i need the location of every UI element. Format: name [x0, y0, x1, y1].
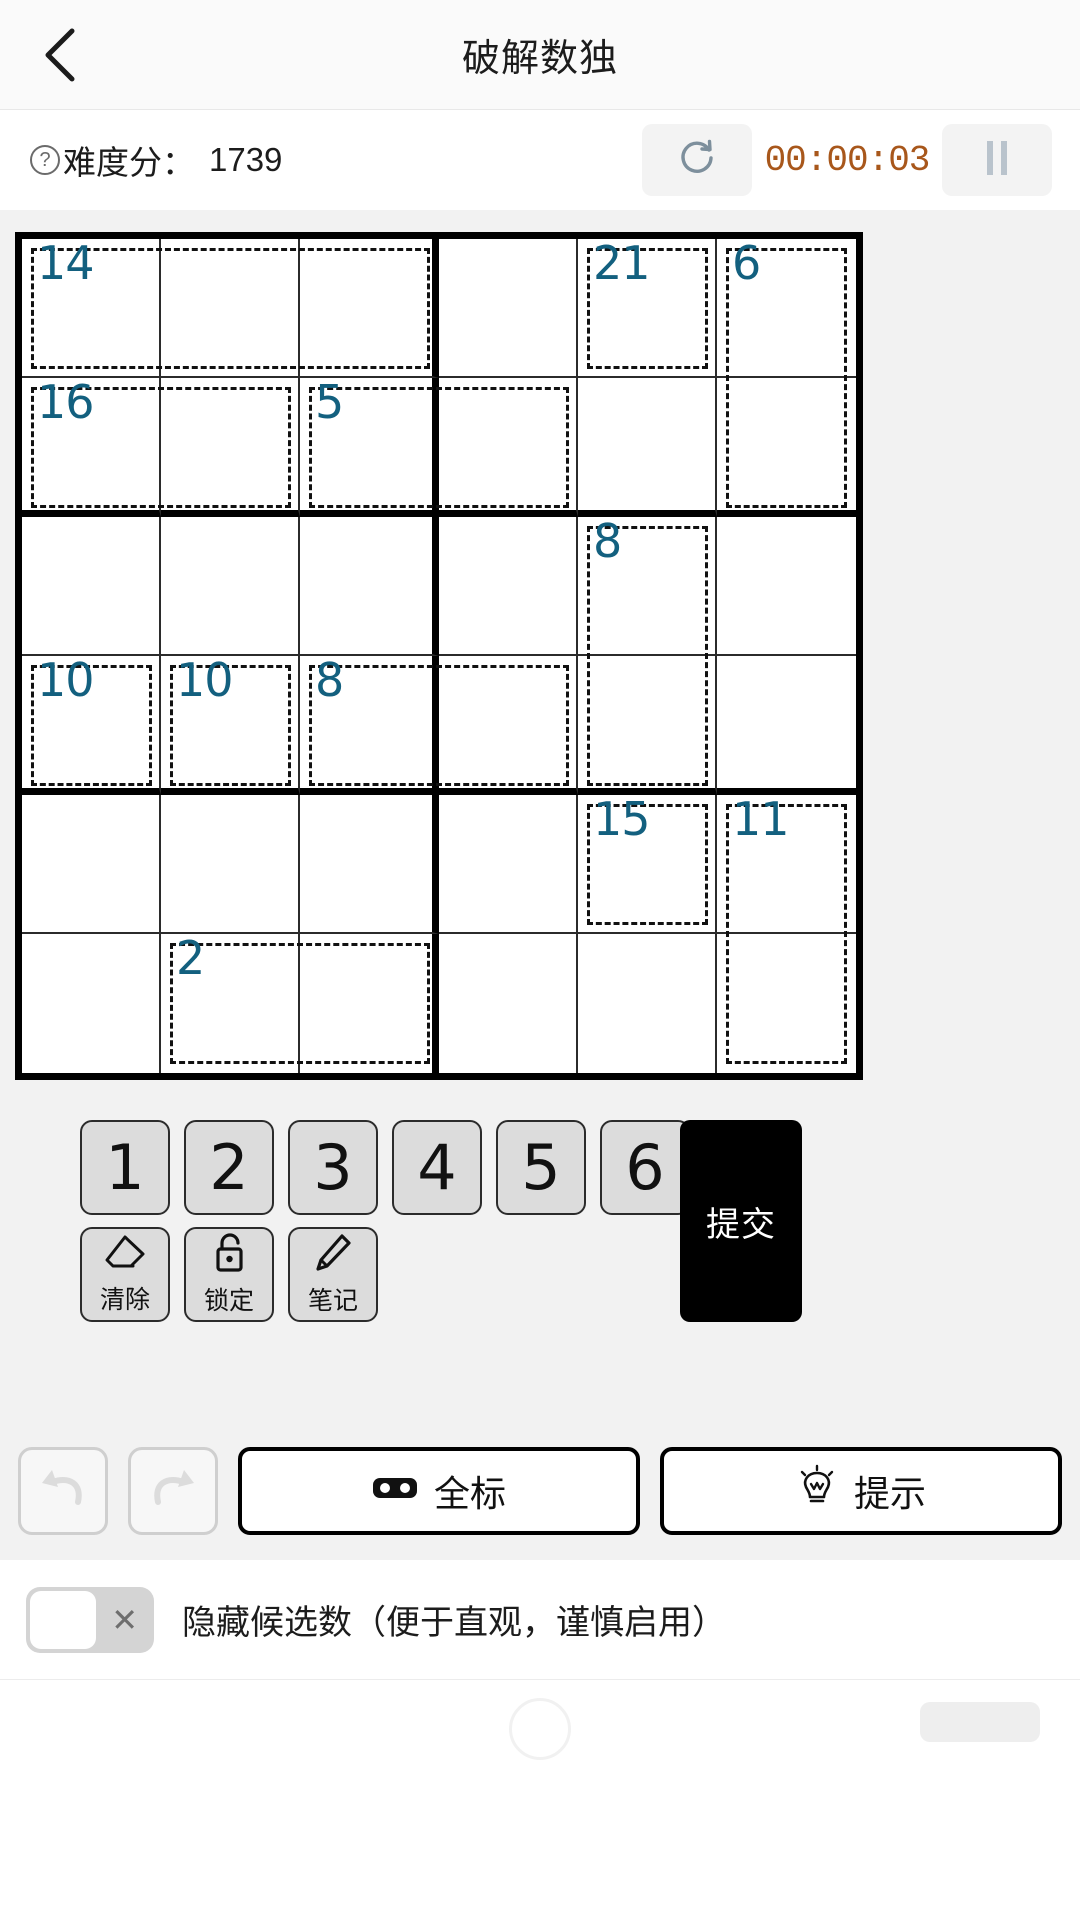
sudoku-cell-r1c6[interactable]	[717, 239, 856, 378]
difficulty-value: 1739	[209, 141, 283, 178]
lightbulb-icon	[796, 1464, 838, 1519]
sudoku-cell-r6c6[interactable]	[717, 934, 856, 1073]
tool-key-锁定[interactable]: 锁定	[184, 1227, 274, 1322]
home-indicator-arc	[509, 1698, 571, 1760]
number-key-2[interactable]: 2	[184, 1120, 274, 1215]
sudoku-cell-r5c4[interactable]	[439, 795, 578, 934]
tool-key-笔记[interactable]: 笔记	[288, 1227, 378, 1322]
sudoku-cell-r2c2[interactable]	[161, 378, 300, 517]
number-key-3[interactable]: 3	[288, 1120, 378, 1215]
sudoku-cell-r4c3[interactable]	[300, 656, 439, 795]
number-key-1[interactable]: 1	[80, 1120, 170, 1215]
back-button[interactable]	[22, 0, 102, 110]
sudoku-cell-r2c4[interactable]	[439, 378, 578, 517]
refresh-icon	[675, 136, 719, 185]
sudoku-cell-r2c1[interactable]	[22, 378, 161, 517]
footer-stub	[0, 1680, 1080, 1760]
x-icon: ✕	[111, 1601, 138, 1638]
tool-key-row: 清除 锁定 笔记	[80, 1227, 690, 1322]
sudoku-cell-r4c5[interactable]	[578, 656, 717, 795]
pause-icon	[983, 140, 1011, 180]
mark-all-button[interactable]: 全标	[238, 1447, 640, 1535]
tool-key-label: 锁定	[203, 1287, 254, 1315]
timer-display: 00:00:03	[764, 139, 931, 181]
restart-button[interactable]	[642, 124, 752, 196]
sudoku-cell-r5c6[interactable]	[717, 795, 856, 934]
sudoku-cell-r4c6[interactable]	[717, 656, 856, 795]
tool-key-label: 清除	[99, 1286, 150, 1314]
number-key-row: 123456	[80, 1120, 690, 1215]
number-pad-area: 123456 清除 锁定 笔记 提交	[0, 1100, 1080, 1440]
sudoku-cell-r3c3[interactable]	[300, 517, 439, 656]
footer-pill	[920, 1702, 1040, 1742]
sudoku-cell-r4c1[interactable]	[22, 656, 161, 795]
sudoku-cell-r3c5[interactable]	[578, 517, 717, 656]
hide-candidates-toggle[interactable]: ✕	[26, 1586, 154, 1653]
redo-button[interactable]	[128, 1447, 218, 1535]
sudoku-cell-r5c1[interactable]	[22, 795, 161, 934]
number-key-6[interactable]: 6	[600, 1120, 690, 1215]
sudoku-board[interactable]: 14 21 6 16 5 8 10 10 8 15 11 2	[15, 232, 863, 1080]
sudoku-cell-r6c4[interactable]	[439, 934, 578, 1073]
submit-button[interactable]: 提交	[680, 1120, 802, 1322]
sudoku-cell-r1c3[interactable]	[300, 239, 439, 378]
undo-button[interactable]	[18, 1447, 108, 1535]
board-area: 14 21 6 16 5 8 10 10 8 15 11 2	[0, 210, 1080, 1100]
sudoku-cell-r1c4[interactable]	[439, 239, 578, 378]
mark-all-label: 全标	[433, 1473, 506, 1514]
hide-candidates-row: ✕ 隐藏候选数（便于直观，谨慎启用）	[0, 1560, 1080, 1680]
sudoku-cell-r1c2[interactable]	[161, 239, 300, 378]
chevron-left-icon	[42, 25, 82, 85]
stats-bar: ? 难度分： 1739 00:00:03	[0, 110, 1080, 210]
sudoku-cell-r2c6[interactable]	[717, 378, 856, 517]
question-circle-icon[interactable]: ?	[30, 145, 60, 175]
hide-candidates-label: 隐藏候选数（便于直观，谨慎启用）	[182, 1604, 726, 1642]
hint-label: 提示	[853, 1473, 926, 1514]
top-navigation-bar: 破解数独	[0, 0, 1080, 110]
sudoku-cell-r3c2[interactable]	[161, 517, 300, 656]
timer-controls: 00:00:03	[642, 124, 1052, 196]
eraser-icon	[103, 1233, 147, 1278]
pause-button[interactable]	[942, 124, 1052, 196]
sudoku-cell-r6c5[interactable]	[578, 934, 717, 1073]
sudoku-cell-r2c3[interactable]	[300, 378, 439, 517]
sudoku-cell-r5c3[interactable]	[300, 795, 439, 934]
sudoku-cell-r5c5[interactable]	[578, 795, 717, 934]
sudoku-cell-r1c1[interactable]	[22, 239, 161, 378]
undo-arrow-icon	[36, 1464, 90, 1519]
sudoku-cell-r1c5[interactable]	[578, 239, 717, 378]
sudoku-cell-r6c1[interactable]	[22, 934, 161, 1073]
sudoku-cell-r4c4[interactable]	[439, 656, 578, 795]
sudoku-cell-r3c4[interactable]	[439, 517, 578, 656]
sudoku-cell-r3c6[interactable]	[717, 517, 856, 656]
sudoku-cell-r6c2[interactable]	[161, 934, 300, 1073]
sudoku-cell-r3c1[interactable]	[22, 517, 161, 656]
unlock-icon	[209, 1232, 249, 1279]
sudoku-cell-r5c2[interactable]	[161, 795, 300, 934]
tool-key-label: 笔记	[307, 1287, 358, 1315]
redo-arrow-icon	[146, 1464, 200, 1519]
sudoku-cells	[22, 239, 856, 1073]
sudoku-cell-r4c2[interactable]	[161, 656, 300, 795]
glasses-icon	[372, 1470, 418, 1512]
number-key-5[interactable]: 5	[496, 1120, 586, 1215]
pencil-icon	[313, 1232, 353, 1279]
difficulty-label: 难度分：	[63, 144, 195, 181]
page-title: 破解数独	[461, 38, 618, 80]
sudoku-cell-r2c5[interactable]	[578, 378, 717, 517]
number-key-4[interactable]: 4	[392, 1120, 482, 1215]
difficulty-group[interactable]: ? 难度分： 1739	[30, 136, 282, 184]
hint-button[interactable]: 提示	[660, 1447, 1062, 1535]
keypad: 123456 清除 锁定 笔记	[80, 1120, 690, 1322]
tool-key-清除[interactable]: 清除	[80, 1227, 170, 1322]
action-bar: 全标 提示	[0, 1440, 1080, 1560]
sudoku-cell-r6c3[interactable]	[300, 934, 439, 1073]
toggle-knob	[30, 1590, 96, 1649]
